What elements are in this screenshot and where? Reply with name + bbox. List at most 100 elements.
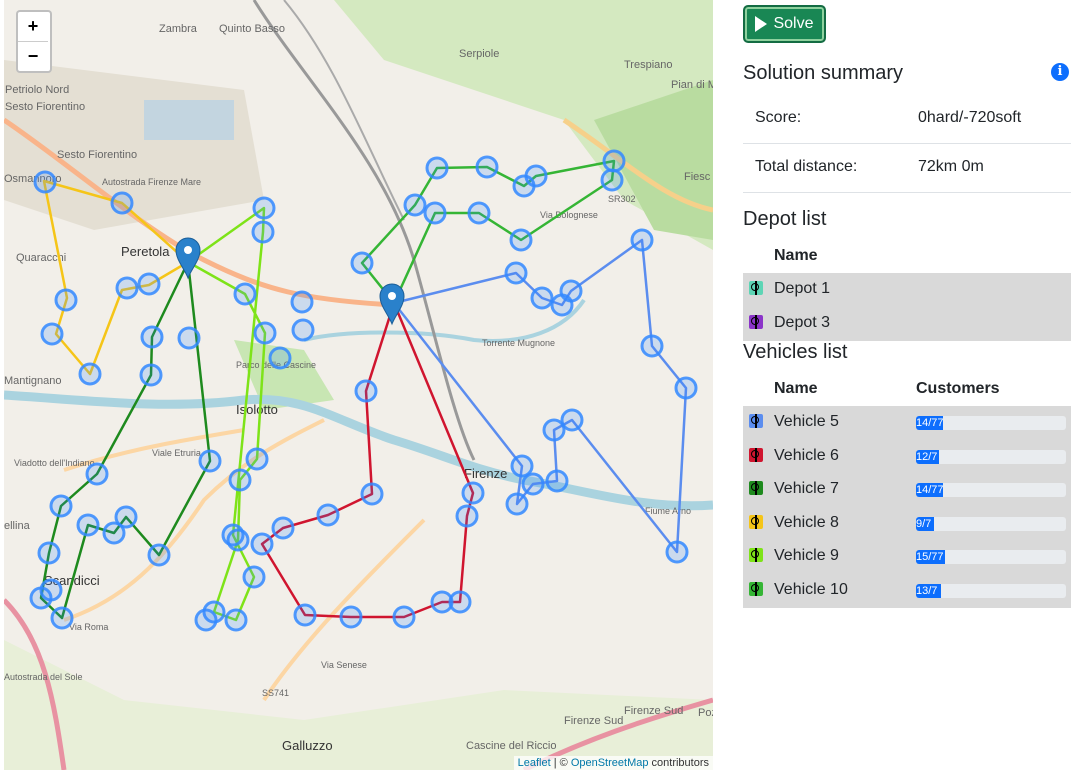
customer-stop[interactable] xyxy=(224,608,248,632)
customer-stop[interactable] xyxy=(504,261,528,285)
customer-stop[interactable] xyxy=(228,468,252,492)
customer-stop[interactable] xyxy=(448,590,472,614)
map-canvas[interactable]: Zambra Quinto Basso Serpiole Trespiano Pian … xyxy=(4,0,713,770)
customer-stop[interactable] xyxy=(602,149,626,173)
customer-stop[interactable] xyxy=(350,251,374,275)
customer-stop[interactable] xyxy=(316,503,340,527)
vehicles-name-header: Name xyxy=(774,380,818,397)
customer-stop[interactable] xyxy=(530,286,554,310)
customer-stop[interactable] xyxy=(54,288,78,312)
depot-row[interactable]: Depot 1 xyxy=(743,273,1071,307)
customer-stop[interactable] xyxy=(510,454,534,478)
customer-stop[interactable] xyxy=(291,318,315,342)
vehicle-row[interactable]: Vehicle 5 14/77 xyxy=(743,406,1071,440)
score-label: Score: xyxy=(755,109,802,126)
zoom-in-button[interactable]: + xyxy=(18,12,48,42)
customer-stop[interactable] xyxy=(339,605,363,629)
distance-label: Total distance: xyxy=(755,158,858,175)
customer-stop[interactable] xyxy=(665,540,689,564)
place-label: Sesto Fiorentino xyxy=(5,101,85,113)
customer-stop[interactable] xyxy=(233,282,257,306)
depot-row[interactable]: Depot 3 xyxy=(743,307,1071,341)
crosshair-icon xyxy=(749,582,763,596)
place-label: Via Bolognese xyxy=(540,210,598,220)
customer-stop[interactable] xyxy=(630,228,654,252)
place-label: Mantignano xyxy=(4,375,62,387)
customer-stop[interactable] xyxy=(37,541,61,565)
attribution-separator: | © xyxy=(550,757,571,769)
airport-lake xyxy=(144,100,234,140)
customer-stop[interactable] xyxy=(177,326,201,350)
vehicle-row[interactable]: Vehicle 7 14/77 xyxy=(743,473,1071,508)
customer-stop[interactable] xyxy=(542,418,566,442)
customer-stop[interactable] xyxy=(221,523,245,547)
customer-stop[interactable] xyxy=(461,481,485,505)
osm-link[interactable]: OpenStreetMap xyxy=(571,757,649,769)
vehicles-customers-header: Customers xyxy=(916,380,1000,397)
customer-stop[interactable] xyxy=(40,322,64,346)
vehicle-name: Vehicle 9 xyxy=(774,547,839,565)
vehicle-row[interactable]: Vehicle 8 9/7 xyxy=(743,506,1071,541)
leaflet-link[interactable]: Leaflet xyxy=(518,757,551,769)
customer-stop[interactable] xyxy=(545,469,569,493)
vehicle-name: Vehicle 6 xyxy=(774,446,839,464)
customer-stop[interactable] xyxy=(114,505,138,529)
customer-stop[interactable] xyxy=(600,168,624,192)
customer-stop[interactable] xyxy=(29,586,53,610)
customer-stop[interactable] xyxy=(354,379,378,403)
distance-value: 72km 0m xyxy=(918,158,984,175)
solve-button[interactable]: Solve xyxy=(743,5,826,43)
customer-stop[interactable] xyxy=(290,290,314,314)
customer-stop[interactable] xyxy=(392,605,416,629)
place-label: Trespiano xyxy=(624,59,673,71)
vehicle-row[interactable]: Vehicle 9 15/77 xyxy=(743,540,1071,575)
customer-stop[interactable] xyxy=(475,155,499,179)
score-value: 0hard/-720soft xyxy=(918,109,1022,126)
customer-stop[interactable] xyxy=(467,201,491,225)
customer-stop[interactable] xyxy=(76,513,100,537)
customer-stop[interactable] xyxy=(245,447,269,471)
customer-stop[interactable] xyxy=(115,276,139,300)
place-label: Viadotto dell'Indiano xyxy=(14,458,95,468)
customer-stop[interactable] xyxy=(198,449,222,473)
customer-stop[interactable] xyxy=(78,362,102,386)
customer-stop[interactable] xyxy=(271,516,295,540)
customer-stop[interactable] xyxy=(242,565,266,589)
vehicle-row[interactable]: Vehicle 10 13/7 xyxy=(743,574,1071,608)
customer-stop[interactable] xyxy=(293,603,317,627)
customer-stop[interactable] xyxy=(524,164,548,188)
zoom-out-button[interactable]: − xyxy=(18,42,48,71)
customer-stop[interactable] xyxy=(251,220,275,244)
customer-stop[interactable] xyxy=(640,334,664,358)
customer-stop[interactable] xyxy=(509,228,533,252)
customer-stop[interactable] xyxy=(674,376,698,400)
customer-stop[interactable] xyxy=(139,363,163,387)
customer-stop[interactable] xyxy=(33,170,57,194)
customer-stop[interactable] xyxy=(140,325,164,349)
customer-stop[interactable] xyxy=(50,606,74,630)
customer-stop[interactable] xyxy=(360,482,384,506)
place-label: Via Senese xyxy=(321,660,367,670)
customer-stop[interactable] xyxy=(423,201,447,225)
customer-stop[interactable] xyxy=(268,346,292,370)
customer-stop[interactable] xyxy=(252,196,276,220)
customer-stop[interactable] xyxy=(194,608,218,632)
customer-stop[interactable] xyxy=(137,272,161,296)
customer-stop[interactable] xyxy=(505,492,529,516)
customer-stop[interactable] xyxy=(253,321,277,345)
place-label: Petriolo Nord xyxy=(5,84,69,96)
map-view[interactable]: Zambra Quinto Basso Serpiole Trespiano Pian … xyxy=(4,0,713,770)
customer-stop[interactable] xyxy=(425,156,449,180)
customer-stop[interactable] xyxy=(49,494,73,518)
customer-stop[interactable] xyxy=(403,193,427,217)
vehicle-row[interactable]: Vehicle 6 12/7 xyxy=(743,439,1071,474)
customer-stop[interactable] xyxy=(85,462,109,486)
customer-stop[interactable] xyxy=(455,504,479,528)
info-icon[interactable]: i xyxy=(1051,63,1069,81)
customer-stop[interactable] xyxy=(521,472,545,496)
customer-stop[interactable] xyxy=(559,279,583,303)
customer-stop[interactable] xyxy=(250,532,274,556)
place-label: Fiesc xyxy=(684,171,711,183)
customer-stop[interactable] xyxy=(110,191,134,215)
customer-stop[interactable] xyxy=(147,543,171,567)
